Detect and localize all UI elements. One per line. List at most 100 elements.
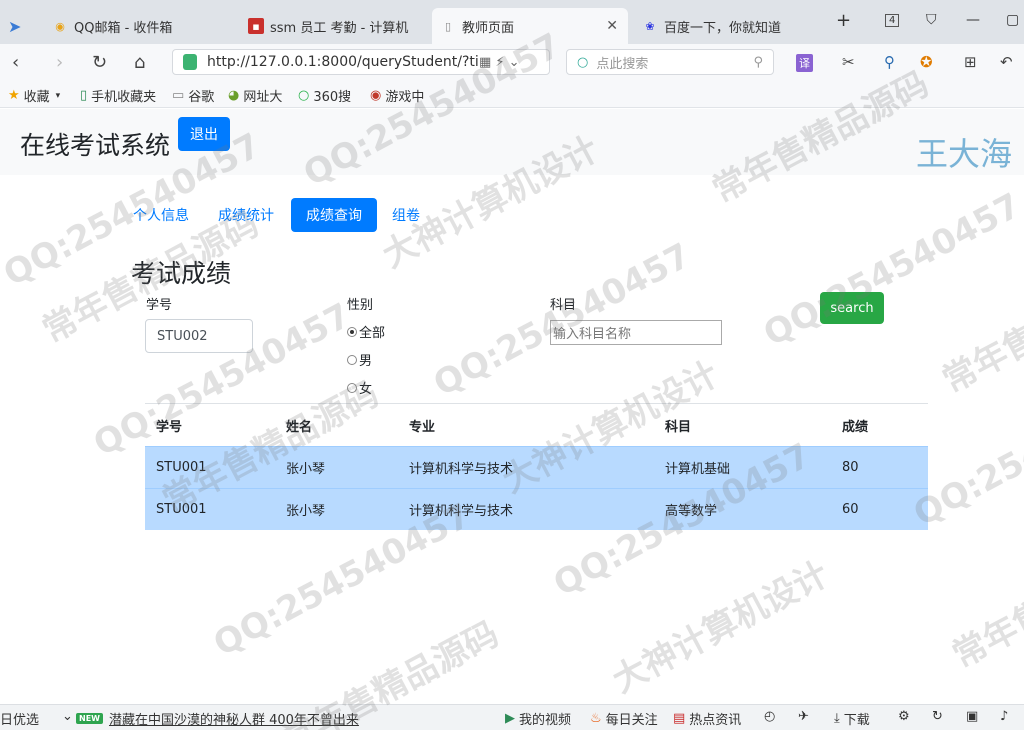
site-icon: ▪ bbox=[248, 18, 264, 34]
bookmark-label: 360搜 bbox=[313, 90, 352, 105]
tab-label: 百度一下，你就知道 bbox=[664, 20, 782, 36]
translate-icon[interactable]: 译 bbox=[796, 54, 813, 72]
watermark: 常年售精品源码 bbox=[946, 529, 1024, 677]
minimize-icon[interactable]: — bbox=[966, 12, 980, 28]
table-cell: 80 bbox=[842, 460, 859, 475]
url-tools-icon[interactable]: ▦ ⚡ ⌄ bbox=[479, 55, 549, 70]
close-icon[interactable]: ✕ bbox=[606, 18, 618, 34]
news-icon: ▤ bbox=[673, 711, 686, 726]
bookmark-360-search[interactable]: ○ 360搜 bbox=[298, 86, 351, 105]
new-tab-icon[interactable]: + bbox=[836, 10, 851, 31]
radio-label: 全部 bbox=[359, 326, 386, 341]
table-cell: STU001 bbox=[156, 502, 207, 517]
page-title: 考试成绩 bbox=[131, 259, 232, 288]
tab-label: 教师页面 bbox=[462, 20, 515, 36]
watermark: QQ:254540457 bbox=[757, 185, 1024, 355]
reload-icon[interactable]: ↻ bbox=[92, 52, 107, 73]
chevron-down-icon: ▾ bbox=[55, 90, 61, 101]
subject-label: 科目 bbox=[550, 298, 577, 313]
nav-personal-info[interactable]: 个人信息 bbox=[133, 198, 189, 232]
clock-icon[interactable]: ◴ bbox=[764, 709, 775, 724]
refresh-icon[interactable]: ↻ bbox=[932, 709, 943, 724]
bookmark-favorites[interactable]: ★ 收藏 ▾ bbox=[8, 86, 60, 105]
bookmark-label: 谷歌 bbox=[188, 90, 215, 105]
tab-ssm[interactable]: ▪ ssm 员工 考勤 - 计算机 bbox=[240, 8, 428, 44]
bookmark-mobile[interactable]: ▯ 手机收藏夹 bbox=[80, 86, 156, 105]
table-row[interactable]: STU001 张小琴 计算机科学与技术 高等数学 60 bbox=[145, 488, 928, 530]
news-link[interactable]: 潜藏在中国沙漠的神秘人群 400年不曾出来 bbox=[109, 709, 359, 728]
table-cell: 计算机科学与技术 bbox=[409, 462, 514, 477]
tab-baidu[interactable]: ❀ 百度一下，你就知道 bbox=[634, 8, 814, 44]
home-icon[interactable]: ⌂ bbox=[134, 52, 145, 73]
settings-icon[interactable]: ⚙ bbox=[898, 709, 910, 724]
page-icon: ▯ bbox=[444, 19, 452, 33]
undo-icon[interactable]: ↶ bbox=[1000, 53, 1013, 71]
radio-icon bbox=[347, 354, 357, 365]
browser-tab-bar: ➤ ◉ QQ邮箱 - 收件箱 ▪ ssm 员工 考勤 - 计算机 ▯ 教师页面 … bbox=[0, 0, 1024, 44]
browser-search-input[interactable]: ○ 点此搜索 ⚲ bbox=[566, 49, 774, 75]
rocket-icon[interactable]: ✈ bbox=[798, 709, 809, 724]
table-row[interactable]: STU001 张小琴 计算机科学与技术 计算机基础 80 bbox=[145, 446, 928, 488]
bookmark-google[interactable]: ▭ 谷歌 bbox=[172, 86, 214, 105]
download-icon: ⤓ bbox=[834, 711, 840, 726]
bookmark-games[interactable]: ◉ 游戏中 bbox=[370, 86, 424, 105]
tab-label: ssm 员工 考勤 - 计算机 bbox=[270, 20, 409, 36]
gender-radio-all[interactable]: 全部 bbox=[347, 322, 385, 341]
address-bar: ‹ › ↻ ⌂ http://127.0.0.1:8000/queryStude… bbox=[0, 44, 1024, 80]
apps-grid-icon[interactable]: ⊞ bbox=[964, 53, 977, 71]
app-title: 在线考试系统 bbox=[20, 131, 171, 160]
user-name: 王大海 bbox=[915, 135, 1012, 173]
back-icon[interactable]: ‹ bbox=[12, 52, 19, 73]
my-videos[interactable]: ▶ 我的视频 bbox=[505, 709, 571, 728]
gender-radio-male[interactable]: 男 bbox=[347, 350, 372, 369]
magnifier-icon[interactable]: ⚲ bbox=[884, 53, 895, 71]
nav-compose-paper[interactable]: 组卷 bbox=[392, 198, 420, 232]
subject-input[interactable]: 输入科目名称 bbox=[550, 320, 722, 345]
tab-qq-mail[interactable]: ◉ QQ邮箱 - 收件箱 bbox=[44, 8, 234, 44]
status-item-label: 我的视频 bbox=[519, 713, 572, 728]
table-cell: 张小琴 bbox=[286, 462, 326, 477]
column-header: 成绩 bbox=[842, 419, 869, 435]
url-field[interactable]: http://127.0.0.1:8000/queryStudent/?ti ▦… bbox=[172, 49, 550, 75]
bookmark-web-directory[interactable]: ◕ 网址大 bbox=[228, 86, 282, 105]
table-header-row: 学号 姓名 专业 科目 成绩 bbox=[145, 404, 928, 446]
volume-icon[interactable]: ♪ bbox=[1000, 709, 1008, 724]
scissors-icon[interactable]: ✂ bbox=[842, 53, 855, 71]
news-ticker[interactable]: NEW 潜藏在中国沙漠的神秘人群 400年不曾出来 bbox=[76, 709, 359, 728]
tab-count-icon[interactable]: 4 bbox=[885, 14, 900, 27]
forward-icon[interactable]: › bbox=[56, 52, 63, 73]
watermark: 大神计算机设计 bbox=[606, 554, 836, 702]
logout-button[interactable]: 退出 bbox=[178, 117, 230, 151]
student-id-label: 学号 bbox=[146, 298, 173, 313]
url-text: http://127.0.0.1:8000/queryStudent/?ti bbox=[207, 54, 479, 70]
bookmarks-bar: ★ 收藏 ▾ ▯ 手机收藏夹 ▭ 谷歌 ◕ 网址大 ○ 360搜 ◉ 游戏中 bbox=[0, 80, 1024, 108]
game-icon[interactable]: ✪ bbox=[920, 53, 933, 71]
student-id-input[interactable]: STU002 bbox=[145, 319, 253, 353]
column-header: 姓名 bbox=[286, 419, 313, 435]
bookmark-label: 手机收藏夹 bbox=[91, 90, 157, 105]
table-cell: 60 bbox=[842, 502, 859, 517]
chevron-down-icon[interactable]: ⌄ bbox=[62, 709, 73, 724]
status-item-label: 每日关注 bbox=[605, 713, 658, 728]
window-icon[interactable]: ▣ bbox=[966, 709, 978, 724]
hot-news[interactable]: ▤ 热点资讯 bbox=[673, 709, 741, 728]
table-cell: 张小琴 bbox=[286, 504, 326, 519]
maximize-icon[interactable]: ▢ bbox=[1006, 12, 1019, 28]
tab-teacher-page[interactable]: ▯ 教师页面 ✕ bbox=[432, 8, 628, 44]
radio-icon bbox=[347, 382, 357, 393]
search-button[interactable]: search bbox=[820, 292, 884, 324]
tab-label: QQ邮箱 - 收件箱 bbox=[74, 20, 173, 36]
shirt-icon[interactable]: ⛉ bbox=[926, 12, 937, 28]
search-icon[interactable]: ⚲ bbox=[753, 55, 763, 70]
column-header: 学号 bbox=[156, 419, 183, 435]
status-item-label: 下载 bbox=[843, 713, 870, 728]
daily-focus[interactable]: ♨ 每日关注 bbox=[590, 709, 658, 728]
nav-score-statistics[interactable]: 成绩统计 bbox=[218, 198, 274, 232]
360-icon: ○ bbox=[298, 88, 310, 103]
download[interactable]: ⤓ 下载 bbox=[834, 709, 870, 728]
browser-logo-icon[interactable]: ➤ bbox=[0, 8, 40, 44]
search-engine-icon: ○ bbox=[577, 54, 589, 70]
status-left-text[interactable]: 日优选 bbox=[0, 709, 39, 728]
nav-score-query[interactable]: 成绩查询 bbox=[291, 198, 377, 232]
gender-radio-female[interactable]: 女 bbox=[347, 378, 372, 397]
